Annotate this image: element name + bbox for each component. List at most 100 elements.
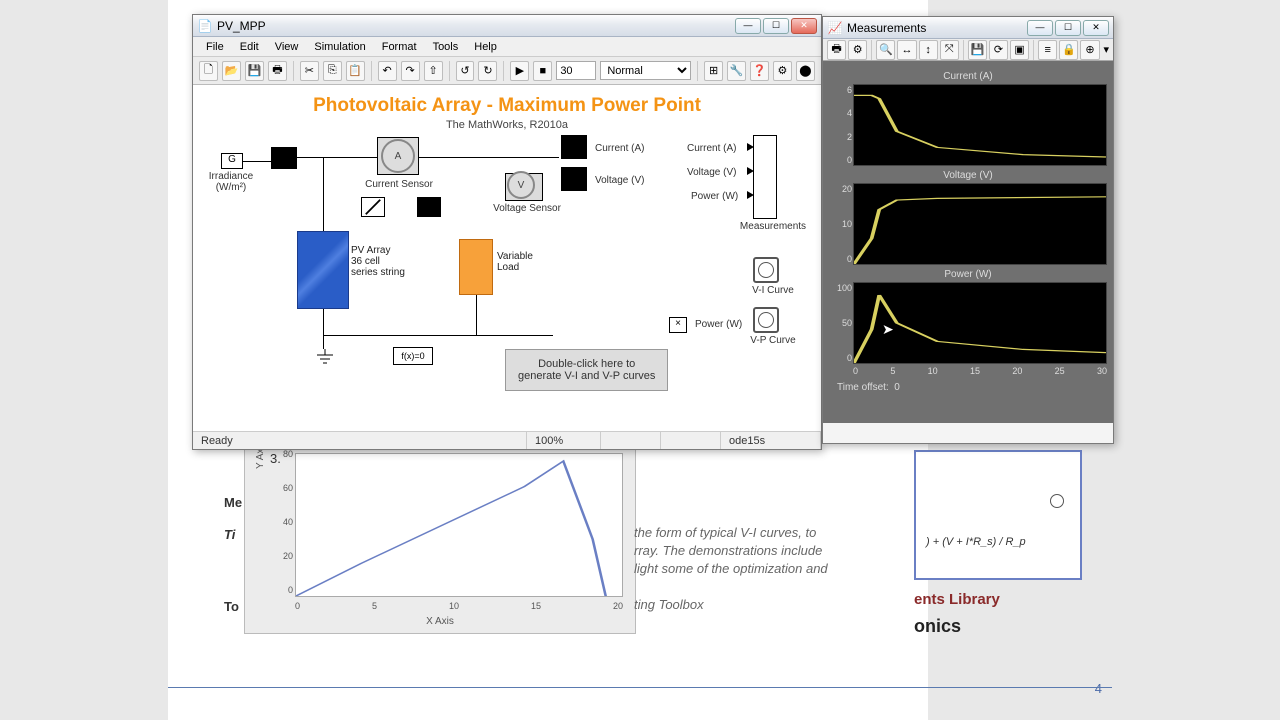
scope-current: Current (A) xyxy=(687,143,736,154)
menu-simulation[interactable]: Simulation xyxy=(307,39,372,55)
scope-print-button[interactable]: 🖶 xyxy=(827,40,846,60)
stop-button[interactable]: ■ xyxy=(533,61,552,81)
menu-tools[interactable]: Tools xyxy=(426,39,466,55)
variable-load-label: Variable Load xyxy=(497,251,533,273)
fwd-button[interactable]: ↻ xyxy=(478,61,497,81)
scope-power: Power (W) xyxy=(691,191,738,202)
model-explorer-button[interactable]: 🔧 xyxy=(727,61,746,81)
save-data-button[interactable]: 💾 xyxy=(968,40,987,60)
plot3-title: Power (W) xyxy=(829,269,1107,280)
generate-curves-button[interactable]: Double-click here to generate V-I and V-… xyxy=(505,349,668,391)
bg-equation: ) + (V + I*R_s) / R_p xyxy=(926,536,1026,548)
zoom-in-button[interactable]: 🔍 xyxy=(876,40,895,60)
sig-select-button[interactable]: ⊕ xyxy=(1080,40,1099,60)
scope-close-button[interactable]: ✕ xyxy=(1083,20,1109,36)
back-button[interactable]: ↺ xyxy=(456,61,475,81)
open-button[interactable]: 📂 xyxy=(222,61,241,81)
vp-power-label: Power (W) xyxy=(695,319,742,330)
bg-three: 3. xyxy=(270,450,281,468)
build-button[interactable]: ⬤ xyxy=(796,61,815,81)
pv-array-block[interactable] xyxy=(297,231,349,309)
save-button[interactable]: 💾 xyxy=(245,61,264,81)
scope-params-button[interactable]: ⚙ xyxy=(848,40,867,60)
matlab-icon: 📈 xyxy=(827,20,843,36)
up-button[interactable]: ⇧ xyxy=(424,61,443,81)
scope-min-button[interactable]: — xyxy=(1027,20,1053,36)
constant-block[interactable]: G xyxy=(221,153,243,169)
scope-xticks: 051015202530 xyxy=(853,366,1107,376)
bg-onics: onics xyxy=(914,616,961,637)
lock-button[interactable]: 🔒 xyxy=(1059,40,1078,60)
plot-current: 6420 xyxy=(853,84,1107,166)
irradiance-label: Irradiance (W/m²) xyxy=(193,171,281,193)
status-ready: Ready xyxy=(193,432,527,449)
autoscale-button[interactable]: ⤧ xyxy=(940,40,959,60)
simulink-titlebar[interactable]: 📄 PV_MPP — ☐ ✕ xyxy=(193,15,821,37)
diagram-title: Photovoltaic Array - Maximum Power Point xyxy=(193,85,821,117)
bg-figure: Y Axis 806040200 05101520 X Axis xyxy=(244,448,636,634)
menu-file[interactable]: File xyxy=(199,39,231,55)
sync-button[interactable]: ≡ xyxy=(1038,40,1057,60)
current-sensor-icon: A xyxy=(381,139,415,173)
voltage-sensor-label: Voltage Sensor xyxy=(477,203,577,214)
port-icon xyxy=(1050,494,1064,508)
play-button[interactable]: ▶ xyxy=(510,61,529,81)
voltage-sensor-icon: V xyxy=(507,171,535,199)
ramp-block[interactable] xyxy=(361,197,385,217)
zoom-x-button[interactable]: ↔ xyxy=(897,40,916,60)
menubar: File Edit View Simulation Format Tools H… xyxy=(193,37,821,57)
bg-xlabel: X Axis xyxy=(245,616,635,627)
goto-current[interactable] xyxy=(561,135,587,159)
float-button[interactable]: ▣ xyxy=(1010,40,1029,60)
plot-voltage: 20100 xyxy=(853,183,1107,265)
vp-label: V-P Curve xyxy=(723,335,821,346)
current-sensor-label: Current Sensor xyxy=(349,179,449,190)
cut-button[interactable]: ✂ xyxy=(300,61,319,81)
scope-titlebar[interactable]: 📈 Measurements — ☐ ✕ xyxy=(823,17,1113,39)
ground-icon[interactable] xyxy=(315,349,335,367)
menu-help[interactable]: Help xyxy=(467,39,504,55)
copy-button[interactable]: ⎘ xyxy=(323,61,342,81)
bg-curve xyxy=(296,454,622,596)
page-number: 4 xyxy=(1095,681,1102,696)
undo-button[interactable]: ↶ xyxy=(378,61,397,81)
product-block[interactable]: × xyxy=(669,317,687,333)
menu-edit[interactable]: Edit xyxy=(233,39,266,55)
debug-button[interactable]: ⚙ xyxy=(773,61,792,81)
converter-block-2[interactable] xyxy=(417,197,441,217)
menu-view[interactable]: View xyxy=(268,39,306,55)
converter-block-1[interactable] xyxy=(271,147,297,169)
model-canvas[interactable]: Photovoltaic Array - Maximum Power Point… xyxy=(193,85,821,431)
paste-button[interactable]: 📋 xyxy=(346,61,365,81)
status-solver: ode15s xyxy=(721,432,821,449)
plot2-title: Voltage (V) xyxy=(829,170,1107,181)
bg-xticks: 05101520 xyxy=(295,601,623,611)
lib-button[interactable]: ⊞ xyxy=(704,61,723,81)
scope-block[interactable] xyxy=(753,135,777,219)
maximize-button[interactable]: ☐ xyxy=(763,18,789,34)
page-rule xyxy=(168,687,1112,688)
minimize-button[interactable]: — xyxy=(735,18,761,34)
restore-button[interactable]: ⟳ xyxy=(989,40,1008,60)
close-button[interactable]: ✕ xyxy=(791,18,817,34)
dropdown-icon[interactable]: ▾ xyxy=(1104,43,1110,56)
sim-time-input[interactable] xyxy=(556,61,596,80)
bg-ti: Ti xyxy=(224,526,235,544)
vp-scope[interactable] xyxy=(753,307,779,333)
redo-button[interactable]: ↷ xyxy=(401,61,420,81)
scope-max-button[interactable]: ☐ xyxy=(1055,20,1081,36)
solver-block[interactable]: f(x)=0 xyxy=(393,347,433,365)
print-button[interactable]: 🖶 xyxy=(268,61,287,81)
sim-mode-select[interactable]: Normal xyxy=(600,61,691,80)
zoom-y-button[interactable]: ↕ xyxy=(919,40,938,60)
menu-format[interactable]: Format xyxy=(375,39,424,55)
new-button[interactable]: 🗋 xyxy=(199,61,218,81)
config-button[interactable]: ❓ xyxy=(750,61,769,81)
vi-scope[interactable] xyxy=(753,257,779,283)
goto-voltage[interactable] xyxy=(561,167,587,191)
vi-label: V-I Curve xyxy=(723,285,821,296)
status-zoom: 100% xyxy=(527,432,601,449)
scope-toolbar: 🖶 ⚙ 🔍 ↔ ↕ ⤧ 💾 ⟳ ▣ ≡ 🔒 ⊕ ▾ xyxy=(823,39,1113,61)
window-title: PV_MPP xyxy=(217,19,266,33)
variable-load-block[interactable] xyxy=(459,239,493,295)
